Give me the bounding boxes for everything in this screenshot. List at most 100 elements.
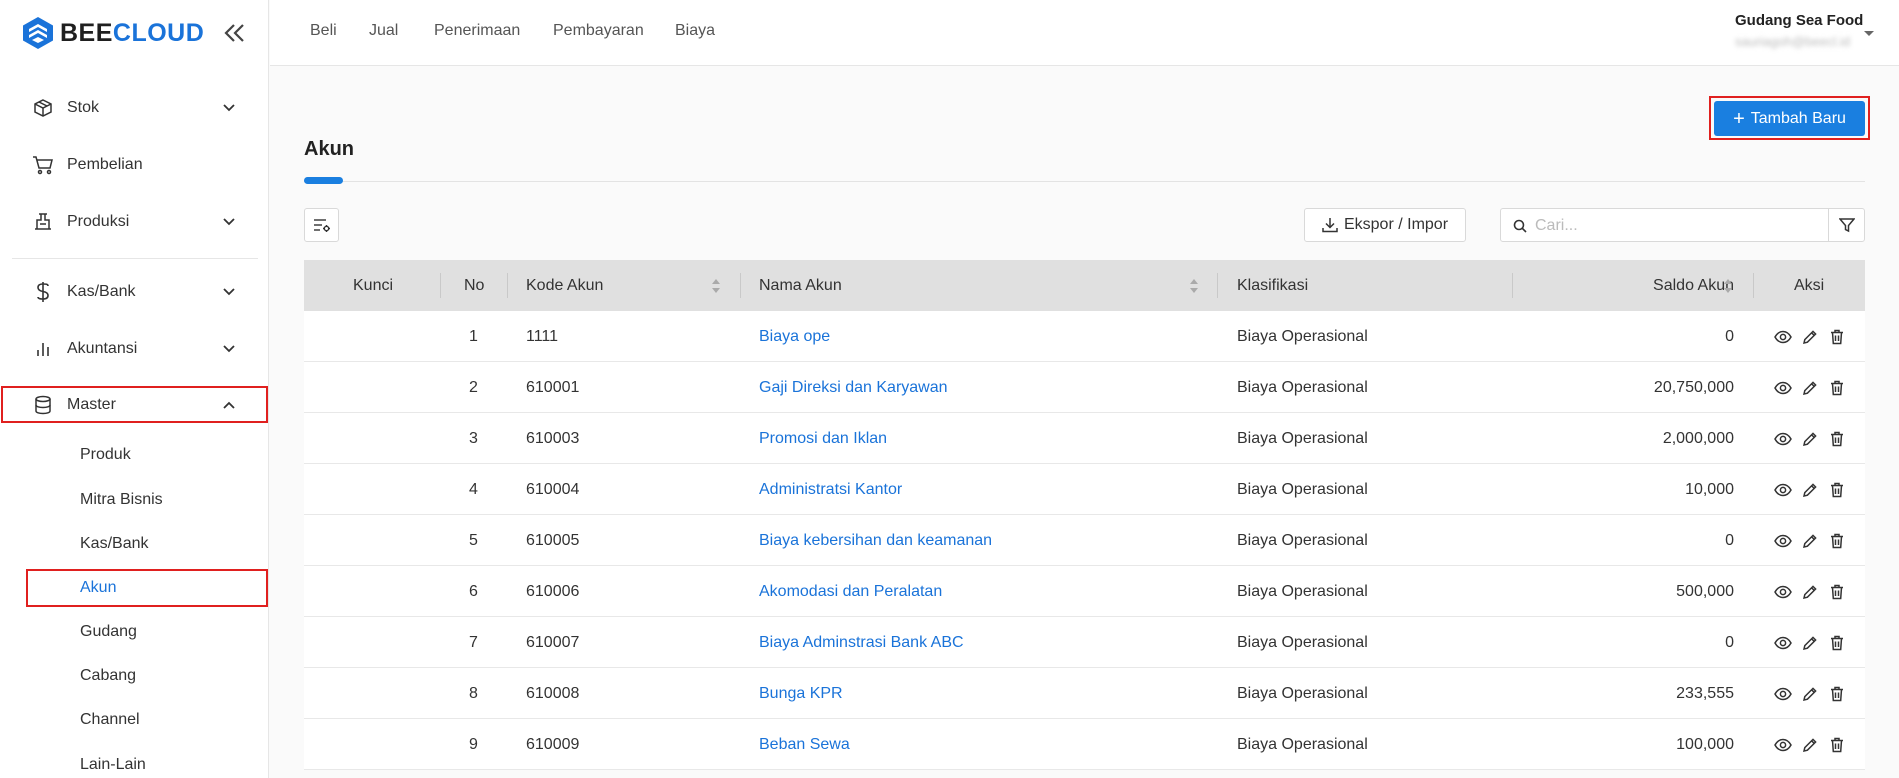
submenu-lain-lain[interactable]: Lain-Lain bbox=[80, 756, 146, 774]
tab-underline bbox=[304, 181, 1865, 182]
delete-icon[interactable] bbox=[1827, 429, 1847, 449]
row-actions bbox=[1773, 311, 1847, 362]
view-icon[interactable] bbox=[1773, 327, 1793, 347]
view-icon[interactable] bbox=[1773, 480, 1793, 500]
cell-klasifikasi: Biaya Operasional bbox=[1237, 429, 1368, 447]
brand-logo[interactable]: BEECLOUD bbox=[22, 16, 204, 50]
cell-nama-akun-link[interactable]: Promosi dan Iklan bbox=[759, 413, 887, 464]
cell-no: 7 bbox=[469, 633, 478, 651]
download-icon bbox=[1322, 218, 1338, 233]
delete-icon[interactable] bbox=[1827, 480, 1847, 500]
view-icon[interactable] bbox=[1773, 684, 1793, 704]
table-row: 6 610006 Akomodasi dan Peralatan Biaya O… bbox=[304, 566, 1865, 617]
edit-icon[interactable] bbox=[1800, 582, 1820, 602]
edit-icon[interactable] bbox=[1800, 429, 1820, 449]
submenu-gudang[interactable]: Gudang bbox=[80, 623, 137, 641]
sidebar: BEECLOUD Stok Pembelian Produksi Kas/Ban… bbox=[0, 0, 269, 778]
cell-kode-akun: 610008 bbox=[526, 684, 580, 702]
header-nama-akun[interactable]: Nama Akun bbox=[759, 260, 842, 311]
edit-icon[interactable] bbox=[1800, 378, 1820, 398]
cell-no: 1 bbox=[469, 327, 478, 345]
sidebar-item-pembelian[interactable]: Pembelian bbox=[0, 146, 269, 184]
cell-nama-akun-link[interactable]: Biaya Adminstrasi Bank ABC bbox=[759, 617, 964, 668]
cell-nama-akun-link[interactable]: Beban Sewa bbox=[759, 719, 850, 770]
caret-down-icon[interactable] bbox=[1862, 26, 1876, 40]
delete-icon[interactable] bbox=[1827, 684, 1847, 704]
view-icon[interactable] bbox=[1773, 582, 1793, 602]
filter-button[interactable] bbox=[1828, 208, 1865, 242]
cell-nama-akun-link[interactable]: Biaya kebersihan dan keamanan bbox=[759, 515, 992, 566]
cell-saldo-akun: 2,000,000 bbox=[1662, 429, 1734, 447]
cell-kode-akun: 610009 bbox=[526, 735, 580, 753]
topnav-biaya[interactable]: Biaya bbox=[675, 22, 715, 40]
cell-saldo-akun: 0 bbox=[1725, 633, 1734, 651]
cell-nama-akun-link[interactable]: Gaji Direksi dan Karyawan bbox=[759, 362, 948, 413]
delete-icon[interactable] bbox=[1827, 735, 1847, 755]
cell-saldo-akun: 100,000 bbox=[1676, 735, 1734, 753]
table-row: 8 610008 Bunga KPR Biaya Operasional 233… bbox=[304, 668, 1865, 719]
tab-active-indicator bbox=[304, 177, 343, 184]
sidebar-item-stok[interactable]: Stok bbox=[0, 89, 269, 127]
view-icon[interactable] bbox=[1773, 633, 1793, 653]
row-actions bbox=[1773, 719, 1847, 770]
cell-nama-akun-link[interactable]: Administratsi Kantor bbox=[759, 464, 902, 515]
view-icon[interactable] bbox=[1773, 429, 1793, 449]
edit-icon[interactable] bbox=[1800, 735, 1820, 755]
edit-icon[interactable] bbox=[1800, 633, 1820, 653]
view-icon[interactable] bbox=[1773, 531, 1793, 551]
column-settings-button[interactable] bbox=[304, 208, 339, 242]
submenu-cabang[interactable]: Cabang bbox=[80, 667, 136, 685]
sort-icon[interactable] bbox=[1189, 277, 1199, 295]
table-row: 4 610004 Administratsi Kantor Biaya Oper… bbox=[304, 464, 1865, 515]
search-input[interactable] bbox=[1535, 214, 1820, 238]
box-icon bbox=[32, 97, 54, 119]
cell-saldo-akun: 10,000 bbox=[1685, 480, 1734, 498]
header-kode-akun[interactable]: Kode Akun bbox=[526, 260, 603, 311]
topnav-penerimaan[interactable]: Penerimaan bbox=[434, 22, 520, 40]
view-icon[interactable] bbox=[1773, 378, 1793, 398]
sidebar-item-kas-bank[interactable]: Kas/Bank bbox=[0, 273, 269, 311]
cell-no: 3 bbox=[469, 429, 478, 447]
sidebar-divider bbox=[12, 258, 258, 259]
collapse-sidebar-button[interactable] bbox=[220, 20, 248, 46]
column-settings-icon bbox=[313, 219, 330, 232]
bee-logo-icon bbox=[23, 17, 53, 49]
topnav-jual[interactable]: Jual bbox=[369, 22, 398, 40]
cell-nama-akun-link[interactable]: Bunga KPR bbox=[759, 668, 843, 719]
sidebar-item-akuntansi[interactable]: Akuntansi bbox=[0, 330, 269, 368]
sort-icon[interactable] bbox=[1723, 277, 1733, 295]
delete-icon[interactable] bbox=[1827, 378, 1847, 398]
cell-nama-akun-link[interactable]: Akomodasi dan Peralatan bbox=[759, 566, 942, 617]
delete-icon[interactable] bbox=[1827, 633, 1847, 653]
sort-icon[interactable] bbox=[711, 277, 721, 295]
column-separator bbox=[740, 273, 741, 298]
cell-nama-akun-link[interactable]: Biaya ope bbox=[759, 311, 830, 362]
topnav-pembayaran[interactable]: Pembayaran bbox=[553, 22, 644, 40]
accounts-table: Kunci No Kode Akun Nama Akun Klasifikasi… bbox=[304, 260, 1865, 770]
delete-icon[interactable] bbox=[1827, 327, 1847, 347]
user-company-name[interactable]: Gudang Sea Food bbox=[1735, 12, 1863, 29]
table-row: 2 610001 Gaji Direksi dan Karyawan Biaya… bbox=[304, 362, 1865, 413]
edit-icon[interactable] bbox=[1800, 327, 1820, 347]
topnav-beli[interactable]: Beli bbox=[310, 22, 337, 40]
column-separator bbox=[440, 273, 441, 298]
factory-icon bbox=[32, 211, 54, 233]
sidebar-item-label: Pembelian bbox=[67, 156, 143, 173]
delete-icon[interactable] bbox=[1827, 582, 1847, 602]
edit-icon[interactable] bbox=[1800, 480, 1820, 500]
sidebar-item-produksi[interactable]: Produksi bbox=[0, 203, 269, 241]
cell-saldo-akun: 20,750,000 bbox=[1653, 378, 1734, 396]
view-icon[interactable] bbox=[1773, 735, 1793, 755]
edit-icon[interactable] bbox=[1800, 684, 1820, 704]
submenu-mitra-bisnis[interactable]: Mitra Bisnis bbox=[80, 491, 163, 509]
header-aksi: Aksi bbox=[1794, 276, 1825, 294]
header-saldo-akun[interactable]: Saldo Akun bbox=[1504, 260, 1734, 311]
delete-icon[interactable] bbox=[1827, 531, 1847, 551]
submenu-produk[interactable]: Produk bbox=[80, 446, 131, 464]
submenu-kas-bank[interactable]: Kas/Bank bbox=[80, 535, 148, 553]
bar-chart-icon bbox=[32, 338, 54, 360]
edit-icon[interactable] bbox=[1800, 531, 1820, 551]
export-import-button[interactable]: Ekspor / Impor bbox=[1304, 208, 1466, 242]
submenu-channel[interactable]: Channel bbox=[80, 711, 140, 729]
header-klasifikasi: Klasifikasi bbox=[1237, 276, 1309, 294]
